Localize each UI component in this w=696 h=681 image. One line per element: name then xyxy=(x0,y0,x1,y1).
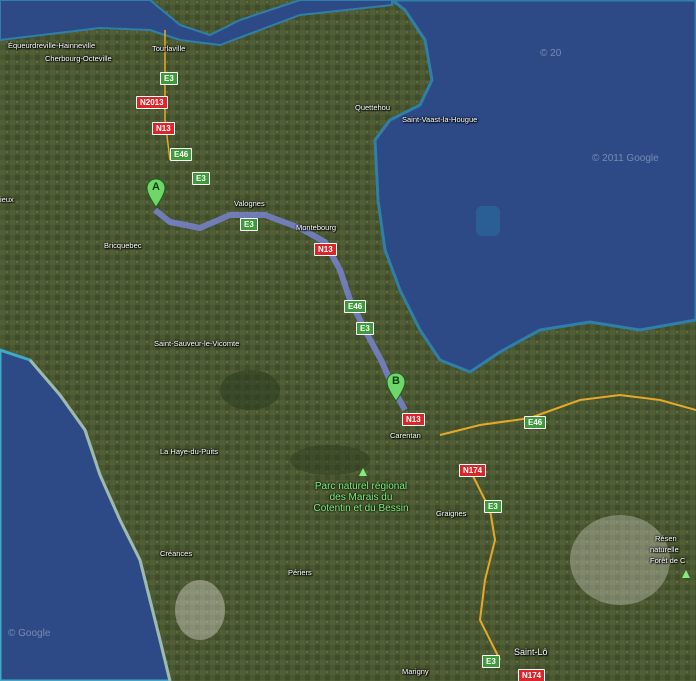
road-shield-n174: N174 xyxy=(459,464,487,477)
place-reserve-2: naturelle xyxy=(650,545,679,554)
road-shield-e3: E3 xyxy=(240,218,258,231)
place-saint-lo: Saint-Lô xyxy=(514,647,548,657)
road-shield-n174: N174 xyxy=(518,669,546,681)
copyright-tl: © 20 xyxy=(540,48,562,59)
place-valognes: Valognes xyxy=(234,199,265,208)
road-shield-n13: N13 xyxy=(314,243,337,256)
road-shield-e3: E3 xyxy=(160,72,178,85)
place-reserve-3: Forêt de C xyxy=(650,556,686,565)
place-periers: Périers xyxy=(288,568,312,577)
place-la-haye: La Haye-du-Puits xyxy=(160,447,218,456)
road-shield-n13: N13 xyxy=(152,122,175,135)
park-label: Parc naturel régional des Marais du Cote… xyxy=(296,481,426,514)
road-shield-e3: E3 xyxy=(356,322,374,335)
place-montebourg: Montebourg xyxy=(296,223,337,232)
marker-b[interactable]: B xyxy=(386,372,406,402)
place-tourlaville: Tourlaville xyxy=(152,44,186,53)
place-saint-sauveur: Saint-Sauveur-le-Vicomte xyxy=(154,339,240,348)
satellite-imagery xyxy=(0,0,696,681)
place-eux: ieux xyxy=(0,195,14,204)
park-line-2: des Marais du xyxy=(329,492,393,503)
marker-a[interactable]: A xyxy=(146,178,166,208)
road-shield-e3: E3 xyxy=(484,500,502,513)
park-icon-east xyxy=(682,570,690,578)
place-creances: Créances xyxy=(160,549,193,558)
place-marigny: Marigny xyxy=(402,667,429,676)
road-shield-e46: E46 xyxy=(524,416,547,429)
place-bricquebec: Bricquebec xyxy=(104,241,142,250)
copyright-bl: © Google xyxy=(8,628,51,639)
road-shield-e46: E46 xyxy=(344,300,367,313)
island xyxy=(476,206,500,236)
road-shield-n13: N13 xyxy=(402,413,425,426)
place-saint-vaast: Saint-Vaast-la-Hougue xyxy=(402,115,478,124)
marker-a-label: A xyxy=(152,181,160,193)
road-shield-e3: E3 xyxy=(192,172,210,185)
road-shield-n2013: N2013 xyxy=(136,96,168,109)
place-carentan: Carentan xyxy=(390,431,421,440)
copyright: © 2011 Google xyxy=(592,153,659,164)
park-line-1: Parc naturel régional xyxy=(314,481,408,492)
place-graignes: Graignes xyxy=(436,509,467,518)
place-cherbourg: Cherbourg-Octeville xyxy=(45,54,112,63)
place-equeurdreville: Équeurdreville-Hainneville xyxy=(8,41,96,50)
place-reserve-1: Résen xyxy=(655,534,677,543)
place-quettehou: Quettehou xyxy=(355,103,391,112)
road-shield-e46: E46 xyxy=(170,148,193,161)
marker-b-label: B xyxy=(392,375,400,387)
map-canvas[interactable]: © 20 © 2011 Google © Google Équeurdrevil… xyxy=(0,0,696,681)
park-icon xyxy=(359,468,367,476)
park-line-3: Cotentin et du Bessin xyxy=(313,503,409,514)
road-shield-e3: E3 xyxy=(482,655,500,668)
